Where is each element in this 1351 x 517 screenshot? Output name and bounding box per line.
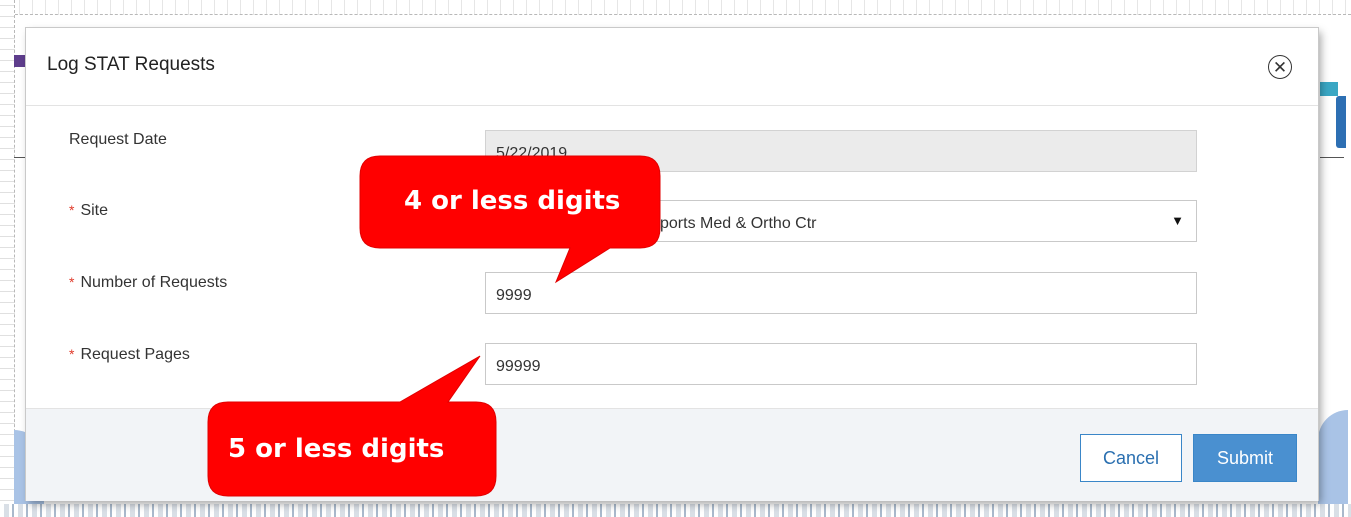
cancel-button[interactable]: Cancel (1080, 434, 1182, 482)
required-marker: * (69, 274, 75, 290)
callout-top-text: 4 or less digits (404, 186, 621, 216)
number-of-requests-label-text: Number of Requests (80, 274, 228, 291)
background-purple-bar (14, 55, 26, 67)
dialog-header: Log STAT Requests ✕ (26, 28, 1318, 106)
site-label-text: Site (80, 202, 109, 219)
dialog-footer: Cancel Submit (26, 408, 1318, 501)
request-date-label: Request Date (69, 131, 167, 149)
screenshot-stage: Log STAT Requests ✕ Request Date 5/22/20… (0, 0, 1351, 517)
site-label: * Site (69, 202, 108, 220)
torn-edge-top (0, 0, 1351, 15)
request-date-label-text: Request Date (69, 131, 167, 148)
background-panel-right (1318, 410, 1348, 510)
request-date-field: 5/22/2019 (485, 130, 1197, 172)
close-icon[interactable]: ✕ (1268, 55, 1292, 79)
background-divider (14, 157, 26, 158)
background-teal-bar (1320, 82, 1338, 96)
request-pages-label: * Request Pages (69, 346, 190, 364)
request-pages-label-text: Request Pages (80, 346, 190, 363)
number-of-requests-input[interactable]: 9999 (485, 272, 1197, 314)
log-stat-requests-dialog: Log STAT Requests ✕ Request Date 5/22/20… (26, 28, 1318, 501)
required-marker: * (69, 346, 75, 362)
background-blue-tab (1336, 96, 1346, 148)
request-date-value: 5/22/2019 (496, 145, 568, 162)
torn-edge-left (0, 0, 15, 517)
dialog-title: Log STAT Requests (47, 54, 215, 75)
torn-edge-bottom (0, 504, 1351, 517)
callout-bottom-text: 5 or less digits (228, 434, 445, 464)
request-pages-value: 99999 (496, 358, 541, 375)
request-pages-input[interactable]: 99999 (485, 343, 1197, 385)
number-of-requests-value: 9999 (496, 287, 532, 304)
required-marker: * (69, 202, 75, 218)
site-select-value: ports Med & Ortho Ctr (660, 215, 817, 232)
number-of-requests-label: * Number of Requests (69, 274, 227, 292)
submit-button[interactable]: Submit (1193, 434, 1297, 482)
chevron-down-icon: ▼ (1171, 213, 1184, 228)
background-divider-right (1320, 157, 1344, 158)
